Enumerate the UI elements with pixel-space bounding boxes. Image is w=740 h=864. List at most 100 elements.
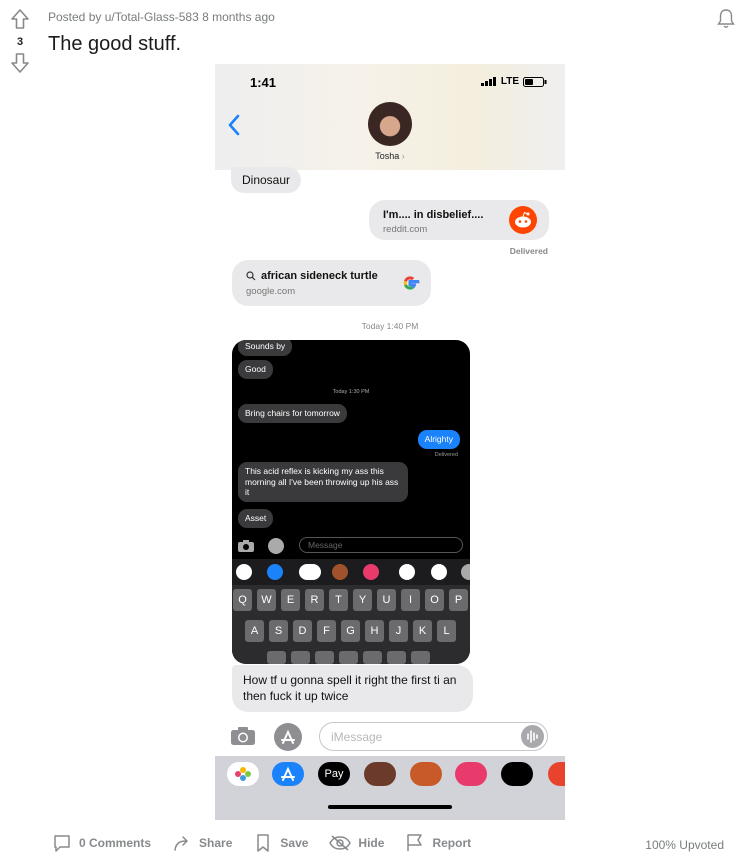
key: U	[377, 589, 396, 611]
memoji-stickers-icon	[410, 762, 442, 786]
more-apps-icon	[461, 564, 470, 580]
google-link-preview[interactable]: african sideneck turtle google.com	[232, 260, 431, 306]
comments-label: 0 Comments	[79, 836, 152, 850]
message-bubble-sent: Alrighty	[417, 430, 460, 449]
search-web-icon	[455, 762, 487, 786]
imessage-placeholder: iMessage	[331, 730, 383, 744]
more-apps-icon	[548, 762, 565, 786]
key	[411, 651, 430, 664]
camera-icon	[231, 727, 255, 745]
report-button[interactable]: Report	[405, 833, 471, 853]
key	[363, 651, 382, 664]
audio-waveform-icon	[521, 725, 544, 748]
apple-pay-icon	[299, 564, 321, 580]
contact-avatar[interactable]	[368, 102, 412, 146]
key: F	[317, 620, 336, 642]
search-icon	[246, 271, 256, 281]
digital-touch-icon	[501, 762, 533, 786]
message-bubble-received: This acid reflex is kicking my ass this …	[238, 462, 408, 502]
upvote-icon[interactable]	[10, 8, 30, 30]
report-label: Report	[432, 836, 472, 850]
downvote-icon[interactable]	[10, 52, 30, 74]
google-photos-icon	[431, 564, 447, 580]
message-bubble-received: Bring chairs for tomorrow	[238, 404, 347, 423]
app-store-icon	[268, 538, 284, 554]
key: A	[245, 620, 264, 642]
key: J	[389, 620, 408, 642]
app-drawer: Pay	[215, 756, 565, 820]
photos-app-icon	[227, 762, 259, 786]
signal-icon	[480, 77, 496, 86]
key: L	[437, 620, 456, 642]
memoji-icon	[332, 564, 348, 580]
camera-icon	[238, 540, 254, 552]
key: O	[425, 589, 444, 611]
embedded-screenshot[interactable]: Sounds by Good Today 1:30 PM Bring chair…	[232, 340, 470, 664]
notification-bell-icon[interactable]	[716, 8, 736, 35]
share-button[interactable]: Share	[172, 833, 232, 853]
status-indicators: LTE	[480, 76, 547, 87]
key: H	[365, 620, 384, 642]
imessage-input: iMessage	[319, 722, 548, 751]
comment-icon	[54, 835, 70, 852]
google-logo-icon	[403, 276, 420, 290]
share-label: Share	[199, 836, 233, 850]
apple-pay-icon: Pay	[318, 762, 350, 786]
message-bubble-received: Dinosaur	[231, 167, 302, 193]
status-time: 1:41	[250, 75, 277, 90]
app-store-icon	[272, 762, 304, 786]
key: K	[413, 620, 432, 642]
key: Q	[233, 589, 252, 611]
ios-nav-header: 1:41 LTE Tosha ›	[215, 64, 565, 170]
hide-button[interactable]: Hide	[329, 833, 384, 853]
key: S	[269, 620, 288, 642]
post-actions: 0 Comments Share Save Hide Report	[52, 833, 471, 853]
key: W	[257, 589, 276, 611]
key	[315, 651, 334, 664]
save-button[interactable]: Save	[253, 833, 308, 853]
link-title: I'm.... in disbelief....	[383, 209, 484, 221]
bookmark-icon	[257, 834, 270, 852]
hide-label: Hide	[358, 836, 385, 850]
tiktok-icon	[399, 564, 415, 580]
network-label: LTE	[500, 76, 519, 87]
key: P	[449, 589, 468, 611]
key: I	[401, 589, 420, 611]
message-bubble-received: Asset	[238, 509, 274, 528]
delivered-label: Delivered	[509, 246, 548, 256]
key	[291, 651, 310, 664]
post-title[interactable]: The good stuff.	[48, 33, 181, 56]
app-drawer	[232, 559, 470, 585]
reddit-link-preview[interactable]: I'm.... in disbelief.... reddit.com	[369, 200, 549, 240]
comments-button[interactable]: 0 Comments	[52, 833, 151, 853]
photos-app-icon	[236, 564, 252, 580]
memoji-icon	[364, 762, 396, 786]
vote-column: 3	[8, 8, 32, 74]
key: G	[341, 620, 360, 642]
apple-pay-label: Pay	[324, 768, 344, 780]
home-indicator	[328, 805, 452, 809]
key	[339, 651, 358, 664]
post-meta[interactable]: Posted by u/Total-Glass-583 8 months ago	[48, 10, 275, 24]
key: D	[293, 620, 312, 642]
key: R	[305, 589, 324, 611]
back-chevron-icon[interactable]	[227, 114, 241, 136]
message-bubble-received: Sounds by	[238, 340, 293, 356]
upvote-ratio: 100% Upvoted	[645, 838, 724, 852]
message-bubble-received: How tf u gonna spell it right the first …	[232, 665, 473, 713]
post-image[interactable]: 1:41 LTE Tosha › Dinosaur I'm.... in dis…	[215, 64, 565, 820]
keyboard: Q W E R T Y U I O P A S D F G H J K L	[232, 585, 470, 664]
contact-name[interactable]: Tosha ›	[215, 151, 565, 161]
flag-icon	[407, 834, 423, 851]
share-icon	[174, 836, 188, 851]
key: E	[281, 589, 300, 611]
key: Y	[353, 589, 372, 611]
message-timestamp: Today 1:30 PM	[332, 389, 370, 395]
save-label: Save	[280, 836, 309, 850]
message-timestamp: Today 1:40 PM	[361, 321, 419, 331]
key	[267, 651, 286, 664]
hide-eye-icon	[329, 835, 352, 851]
app-store-icon	[274, 723, 302, 751]
message-bubble-received: Good	[238, 360, 273, 379]
search-web-icon	[363, 564, 379, 580]
